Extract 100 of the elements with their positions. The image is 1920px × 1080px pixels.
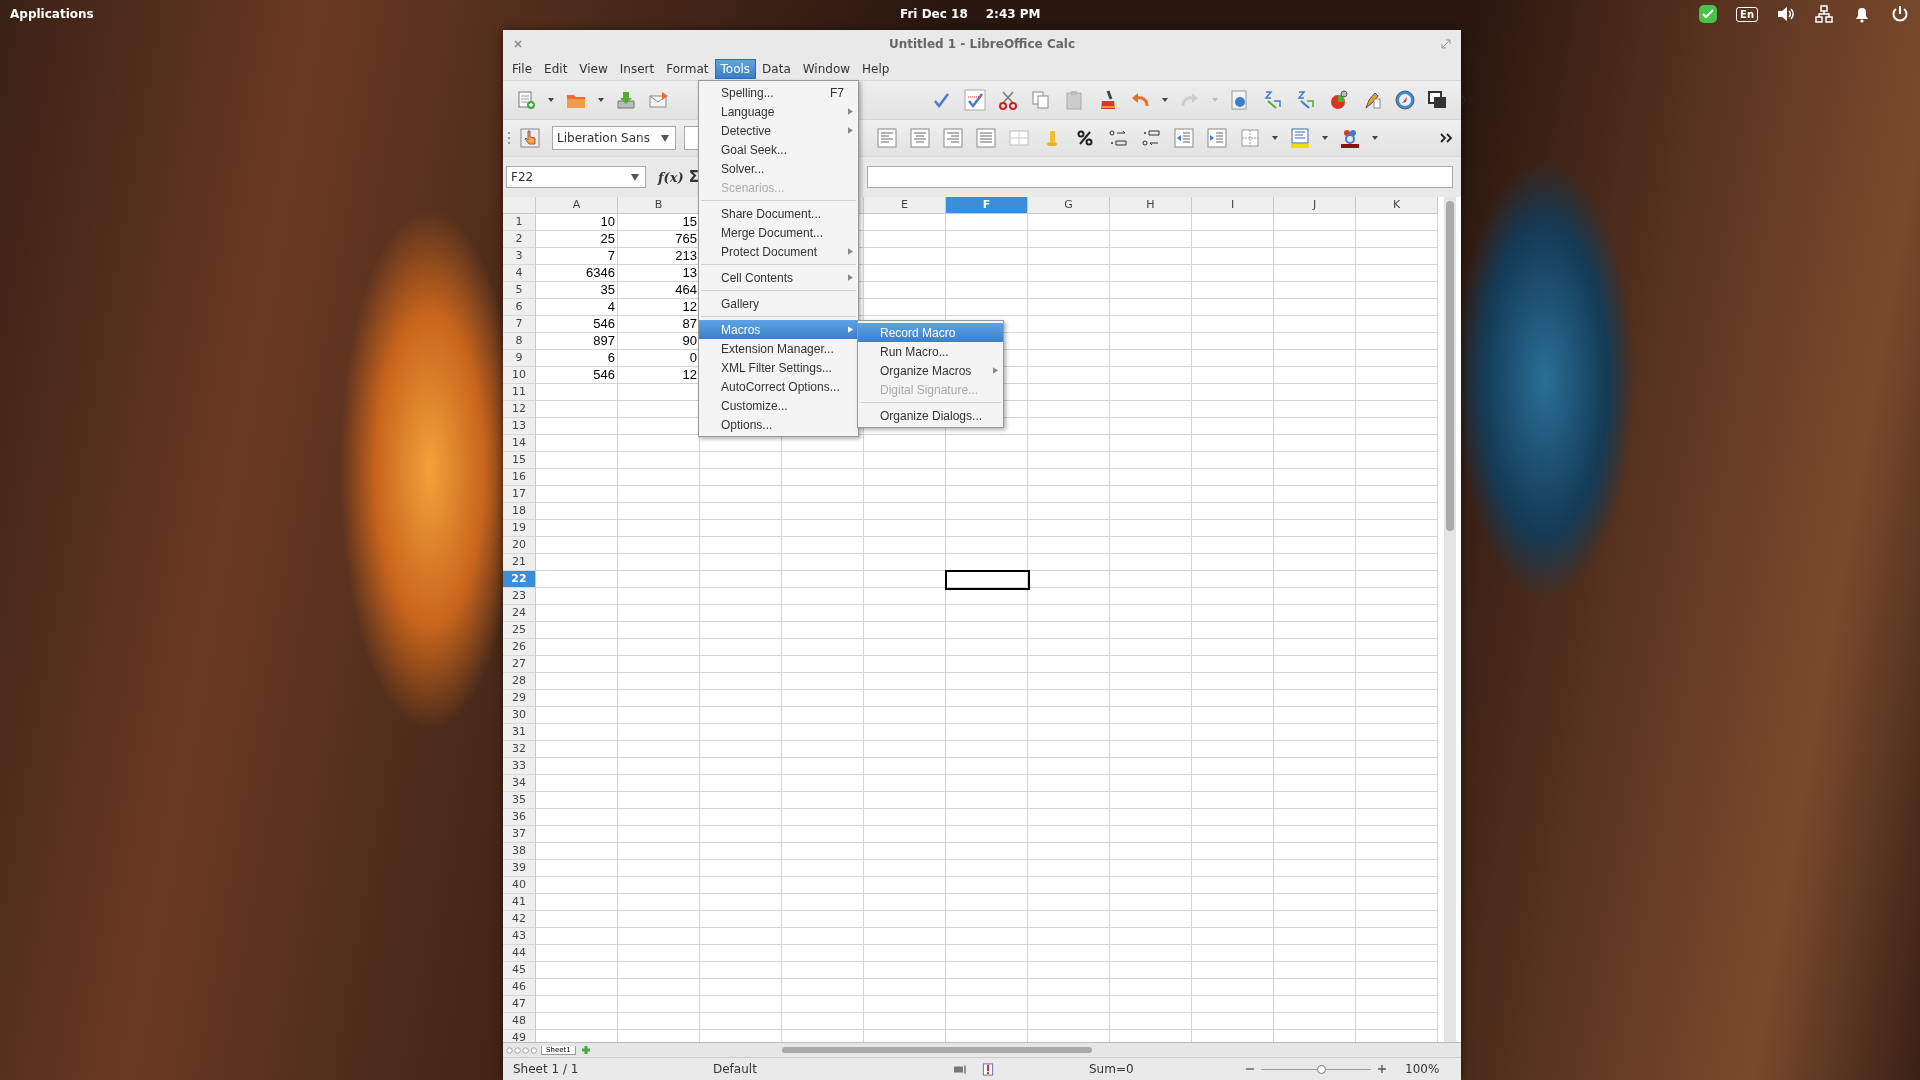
column-header[interactable]: H <box>1110 197 1192 214</box>
toolbar-grip-icon[interactable] <box>507 131 511 145</box>
row-header[interactable]: 35 <box>503 792 536 809</box>
row-header[interactable]: 38 <box>503 843 536 860</box>
column-header[interactable]: I <box>1192 197 1274 214</box>
row-header[interactable]: 47 <box>503 996 536 1013</box>
increase-indent-icon[interactable] <box>1204 127 1230 149</box>
row-header[interactable]: 39 <box>503 860 536 877</box>
row-header[interactable]: 3 <box>503 248 536 265</box>
menu-item[interactable]: Goal Seek... <box>699 140 858 159</box>
column-header[interactable]: J <box>1274 197 1356 214</box>
shield-check-icon[interactable] <box>1698 4 1719 24</box>
menu-item[interactable]: Detective <box>699 121 858 140</box>
menu-item[interactable]: Gallery <box>699 294 858 313</box>
row-header[interactable]: 29 <box>503 690 536 707</box>
row-header[interactable]: 28 <box>503 673 536 690</box>
zoom-slider-thumb[interactable] <box>1316 1064 1326 1074</box>
column-header[interactable]: E <box>864 197 946 214</box>
volume-icon[interactable] <box>1776 4 1796 24</box>
menu-item[interactable]: Options... <box>699 415 858 434</box>
menu-item[interactable]: Extension Manager... <box>699 339 858 358</box>
dropdown-arrow-icon[interactable] <box>660 133 670 143</box>
row-header[interactable]: 10 <box>503 367 536 384</box>
menu-item[interactable]: Spelling... F7 <box>699 83 858 102</box>
network-icon[interactable] <box>1814 4 1834 24</box>
function-wizard-button[interactable]: f(x) <box>658 169 684 185</box>
menu-item[interactable]: Protect Document <box>699 242 858 261</box>
row-header[interactable]: 1 <box>503 214 536 231</box>
row-header[interactable]: 12 <box>503 401 536 418</box>
row-header[interactable]: 32 <box>503 741 536 758</box>
row-header[interactable]: 9 <box>503 350 536 367</box>
row-header[interactable]: 14 <box>503 435 536 452</box>
power-icon[interactable] <box>1890 4 1910 24</box>
row-header[interactable]: 46 <box>503 979 536 996</box>
menu-bar-item[interactable]: Format <box>660 59 715 79</box>
menu-item[interactable]: AutoCorrect Options... <box>699 377 858 396</box>
name-box[interactable]: F22 <box>506 166 646 188</box>
row-header[interactable]: 44 <box>503 945 536 962</box>
column-header[interactable]: K <box>1356 197 1438 214</box>
keyboard-layout-indicator[interactable]: En <box>1736 6 1758 22</box>
row-header[interactable]: 43 <box>503 928 536 945</box>
row-header[interactable]: 20 <box>503 537 536 554</box>
zoom-in-icon[interactable] <box>1377 1064 1387 1074</box>
add-sheet-icon[interactable] <box>579 1045 592 1055</box>
row-header[interactable]: 11 <box>503 384 536 401</box>
menu-item[interactable]: XML Filter Settings... <box>699 358 858 377</box>
row-header[interactable]: 21 <box>503 554 536 571</box>
menu-item[interactable]: Share Document... <box>699 204 858 223</box>
row-header[interactable]: 45 <box>503 962 536 979</box>
menu-bar-item[interactable]: Data <box>756 59 797 79</box>
font-name-field[interactable]: Liberation Sans <box>552 126 676 150</box>
menu-item[interactable]: Customize... <box>699 396 858 415</box>
applications-menu[interactable]: Applications <box>10 7 94 21</box>
row-header[interactable]: 5 <box>503 282 536 299</box>
row-header[interactable]: 48 <box>503 1013 536 1030</box>
menu-item[interactable]: Organize Dialogs... <box>858 406 1003 425</box>
row-header[interactable]: 34 <box>503 775 536 792</box>
menu-item[interactable]: Run Macro... <box>858 342 1003 361</box>
column-header[interactable]: B <box>618 197 700 214</box>
align-left-icon[interactable] <box>874 127 900 149</box>
row-header[interactable]: 36 <box>503 809 536 826</box>
row-header[interactable]: 8 <box>503 333 536 350</box>
document-modified-icon[interactable] <box>981 1062 995 1076</box>
menu-item[interactable]: Cell Contents <box>699 268 858 287</box>
justify-icon[interactable] <box>973 127 999 149</box>
menu-bar-item[interactable]: Edit <box>538 59 574 79</box>
row-header[interactable]: 33 <box>503 758 536 775</box>
row-header[interactable]: 16 <box>503 469 536 486</box>
row-header[interactable]: 31 <box>503 724 536 741</box>
row-header[interactable]: 40 <box>503 877 536 894</box>
menu-bar-item[interactable]: Insert <box>613 59 661 79</box>
row-header[interactable]: 19 <box>503 520 536 537</box>
menu-bar-item[interactable]: View <box>573 59 614 79</box>
row-header[interactable]: 30 <box>503 707 536 724</box>
menu-bar-item[interactable]: File <box>506 59 539 79</box>
row-header[interactable]: 6 <box>503 299 536 316</box>
menu-bar-item[interactable]: Window <box>796 59 857 79</box>
row-header[interactable]: 13 <box>503 418 536 435</box>
dropdown-arrow-icon[interactable] <box>630 172 640 182</box>
pointing-hand-icon[interactable] <box>517 127 543 149</box>
menu-item[interactable]: Organize Macros <box>858 361 1003 380</box>
decrease-indent-icon[interactable] <box>1171 127 1197 149</box>
vertical-scrollbar[interactable] <box>1444 197 1456 1042</box>
row-header[interactable]: 23 <box>503 588 536 605</box>
sum-button[interactable]: Σ <box>688 168 699 186</box>
row-header[interactable]: 24 <box>503 605 536 622</box>
menu-item[interactable]: Language <box>699 102 858 121</box>
column-header[interactable]: G <box>1028 197 1110 214</box>
row-header[interactable]: 41 <box>503 894 536 911</box>
row-header[interactable]: 17 <box>503 486 536 503</box>
row-header[interactable]: 25 <box>503 622 536 639</box>
maximize-icon[interactable] <box>1441 39 1451 49</box>
align-right-icon[interactable] <box>940 127 966 149</box>
close-icon[interactable] <box>513 39 523 49</box>
row-header[interactable]: 37 <box>503 826 536 843</box>
menu-bar-item[interactable]: Help <box>856 59 896 79</box>
row-header[interactable]: 2 <box>503 231 536 248</box>
row-header[interactable]: 15 <box>503 452 536 469</box>
row-header[interactable]: 26 <box>503 639 536 656</box>
compass-icon[interactable] <box>1392 89 1418 111</box>
